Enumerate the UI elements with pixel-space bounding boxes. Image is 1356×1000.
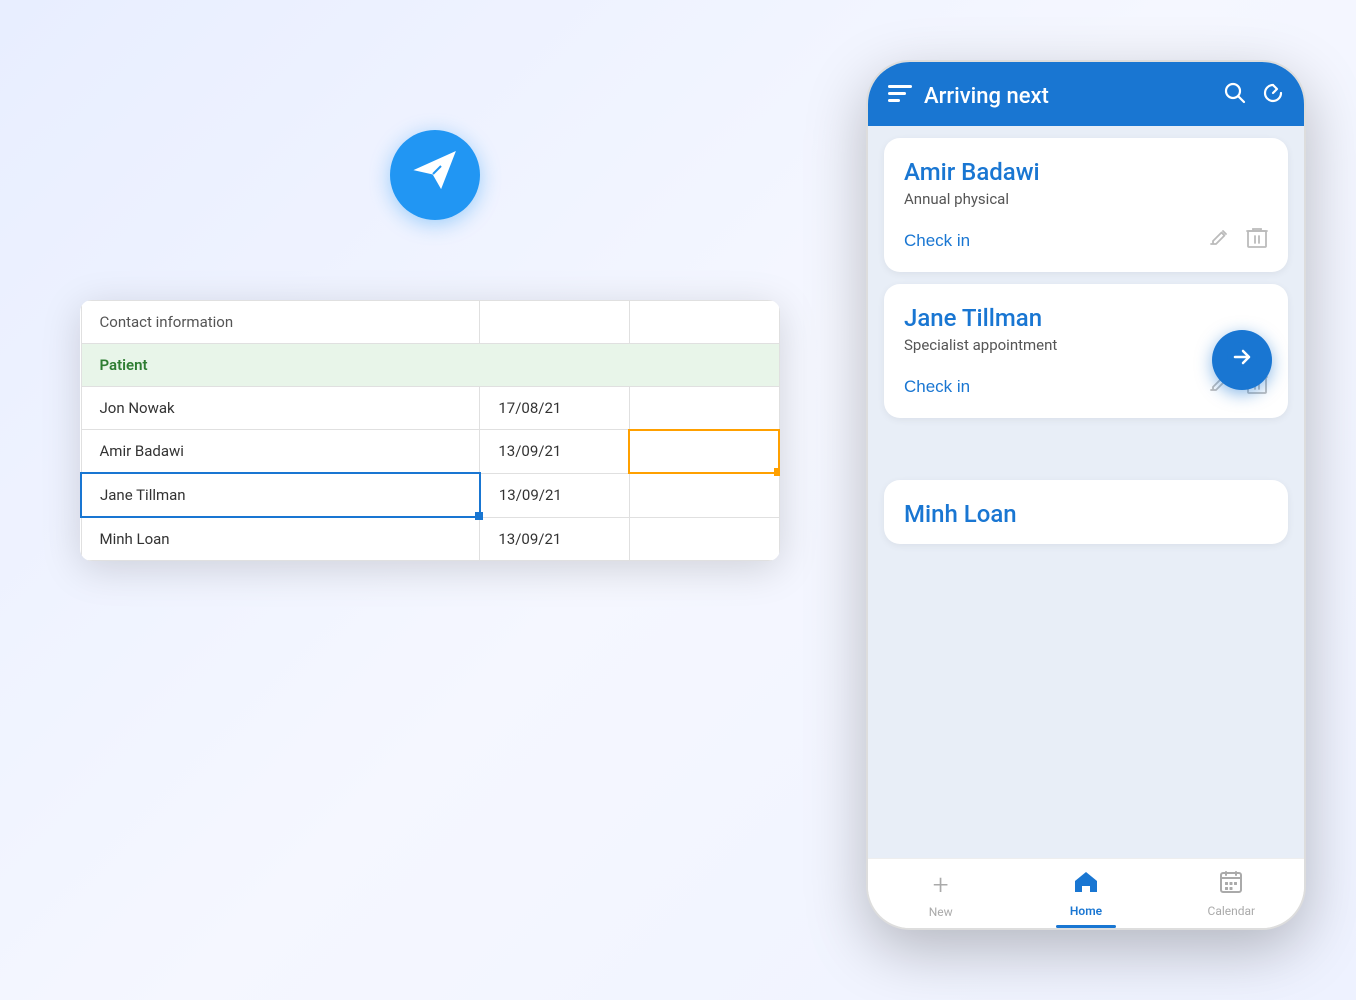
plus-icon: + [933,868,949,901]
fab-icon [1227,342,1257,379]
contact-info-header: Contact information [81,301,480,344]
spreadsheet-table: Contact information Patient Jon Nowak 17… [80,300,780,561]
refresh-icon[interactable] [1262,82,1284,110]
card-actions-amir: Check in [904,226,1268,256]
patient-group-row: Patient [81,344,779,387]
nav-item-new[interactable]: + New [868,868,1013,919]
patient-date-cell[interactable]: 17/08/21 [480,387,630,430]
selected-patient-name-cell[interactable]: Jane Tillman [81,473,480,517]
edit-icon-amir[interactable] [1208,227,1230,255]
blue-cell-handle [475,512,483,520]
patient-name-minh: Minh Loan [904,500,1268,528]
table-row[interactable]: Minh Loan 13/09/21 [81,517,779,561]
table-row[interactable]: Jane Tillman 13/09/21 [81,473,779,517]
nav-item-home[interactable]: Home [1013,870,1158,918]
search-icon[interactable] [1224,82,1246,110]
patient-card-minh: Minh Loan [884,480,1288,544]
header-left: Arriving next [888,84,1049,109]
table-header-row: Contact information [81,301,779,344]
header-col2 [480,301,630,344]
calendar-icon [1219,870,1243,900]
patient-group-label: Patient [81,344,779,387]
nav-label-home: Home [1070,904,1102,918]
delete-icon-amir[interactable] [1246,226,1268,256]
bottom-nav: + New Home [868,858,1304,928]
patient-name-jane: Jane Tillman [904,304,1268,332]
patient-extra-cell [629,387,779,430]
phone-content: Amir Badawi Annual physical Check in [868,126,1304,858]
appointment-type-amir: Annual physical [904,190,1268,208]
nav-label-new: New [929,905,953,919]
check-in-button-amir[interactable]: Check in [904,231,970,251]
header-right [1224,82,1284,110]
table-row[interactable]: Jon Nowak 17/08/21 [81,387,779,430]
check-in-button-jane[interactable]: Check in [904,377,970,397]
patient-date-cell[interactable]: 13/09/21 [480,517,630,561]
nav-indicator [1056,925,1116,928]
patient-date-cell[interactable]: 13/09/21 [480,473,630,517]
nav-label-calendar: Calendar [1208,904,1256,918]
patient-extra-cell [629,473,779,517]
home-icon [1073,870,1099,900]
fab-button[interactable] [1212,330,1272,390]
patient-name-cell[interactable]: Jon Nowak [81,387,480,430]
phone-mockup: Arriving next Amir Badawi Annual physica… [866,60,1306,930]
paper-plane-logo [390,130,480,220]
paper-plane-icon [413,150,457,200]
nav-item-calendar[interactable]: Calendar [1159,870,1304,918]
patient-name-cell[interactable]: Amir Badawi [81,430,480,474]
patient-name-cell[interactable]: Minh Loan [81,517,480,561]
patient-name-amir: Amir Badawi [904,158,1268,186]
card-actions-jane: Check in [904,372,1268,402]
yellow-cell-handle [774,468,780,476]
phone-header: Arriving next [868,62,1304,126]
table-row[interactable]: Amir Badawi 13/09/21 [81,430,779,474]
spreadsheet-card: Contact information Patient Jon Nowak 17… [80,300,780,561]
patient-extra-cell [629,517,779,561]
card-icons-amir [1208,226,1268,256]
patient-date-cell[interactable]: 13/09/21 [480,430,630,474]
header-col3 [629,301,779,344]
hamburger-icon[interactable] [888,84,912,109]
yellow-selected-cell[interactable] [629,430,779,474]
patient-card-amir: Amir Badawi Annual physical Check in [884,138,1288,272]
phone-title: Arriving next [924,84,1049,109]
